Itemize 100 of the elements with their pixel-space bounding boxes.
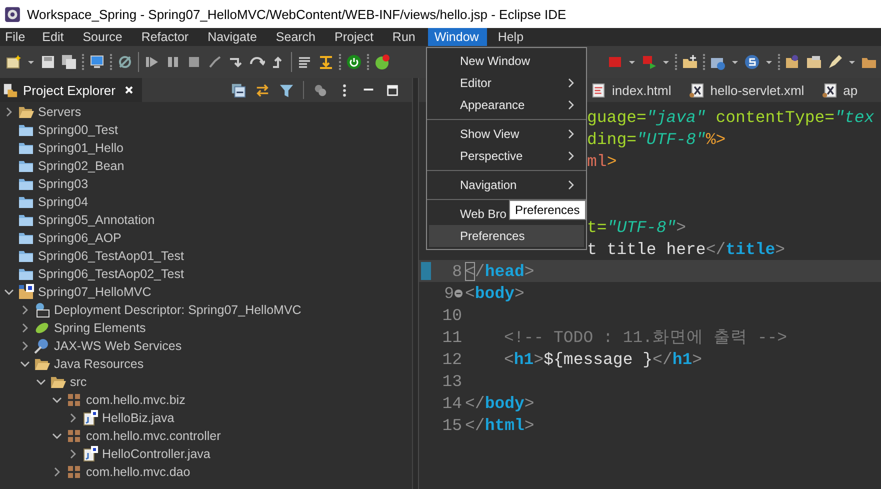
menu-item[interactable]: Edit — [36, 28, 72, 46]
tree-item[interactable]: Spring00_Test — [38, 123, 118, 137]
resume-icon[interactable] — [144, 54, 160, 70]
tree-item[interactable]: Spring06_TestAop02_Test — [38, 267, 184, 281]
line-number: 12 — [442, 350, 462, 368]
new-file-icon[interactable] — [6, 54, 22, 70]
code-token: < — [465, 262, 475, 280]
folder-icon — [18, 266, 34, 282]
monitor-icon[interactable] — [89, 54, 105, 70]
tree-item[interactable]: com.hello.mvc.biz — [86, 393, 186, 407]
tree-item[interactable]: com.hello.mvc.controller — [86, 429, 221, 443]
menu-item[interactable]: Navigation — [429, 174, 584, 196]
tree-item[interactable]: Deployment Descriptor: Spring07_HelloMVC — [54, 303, 302, 317]
tree-item[interactable]: com.hello.mvc.dao — [86, 465, 190, 479]
line-number: 15 — [442, 416, 462, 434]
menu-item[interactable]: Run — [386, 28, 424, 46]
editor-tab[interactable]: hello-servlet.xml — [689, 82, 804, 98]
toggle-icon[interactable] — [318, 54, 334, 70]
java-file-icon — [82, 410, 98, 426]
tree-item[interactable]: Spring02_Bean — [38, 159, 124, 173]
tree-item[interactable]: Spring06_TestAop01_Test — [38, 249, 184, 263]
menu-item[interactable]: File — [0, 28, 34, 46]
xml-file-icon — [689, 82, 704, 98]
open-folder-icon[interactable] — [785, 54, 801, 70]
tree-item[interactable]: Spring07_HelloMVC — [38, 285, 152, 299]
new-folder-icon[interactable] — [682, 54, 698, 70]
editor-tab[interactable]: index.html — [591, 82, 672, 98]
code-token: %> — [706, 130, 726, 148]
folder-icon — [18, 122, 34, 138]
tree-item[interactable]: HelloController.java — [102, 447, 210, 461]
descriptor-icon — [34, 302, 50, 318]
open-folder-icon — [34, 356, 50, 372]
tree-item[interactable]: Java Resources — [54, 357, 144, 371]
code-token: title — [726, 240, 776, 258]
close-icon[interactable] — [124, 85, 134, 95]
code-token: head — [484, 262, 524, 280]
folder-icon — [18, 158, 34, 174]
stop-icon[interactable] — [186, 54, 202, 70]
code-token: t= — [587, 218, 607, 236]
tree-item[interactable]: src — [70, 375, 87, 389]
code-token: > — [524, 416, 534, 434]
xml-file-icon — [822, 82, 838, 98]
tree-item[interactable]: Spring01_Hello — [38, 141, 124, 155]
folder-icon[interactable] — [806, 54, 822, 70]
code-token: h1 — [672, 350, 692, 368]
menu-item[interactable]: Search — [270, 28, 324, 46]
menu-item[interactable]: Navigate — [202, 28, 265, 46]
tree-item[interactable]: Spring03 — [38, 177, 88, 191]
tree-item[interactable]: Spring06_AOP — [38, 231, 122, 245]
menu-item[interactable]: Source — [76, 28, 130, 46]
power-icon[interactable] — [346, 54, 362, 70]
code-token: </ — [652, 350, 672, 368]
link-arrows-icon[interactable] — [255, 82, 270, 98]
menu-item[interactable]: New Window — [429, 50, 584, 72]
code-token: h1 — [514, 350, 534, 368]
code-token: <!-- TODO : 11.화면에 출력 --> — [504, 327, 788, 348]
tree-item[interactable]: HelloBiz.java — [102, 411, 174, 425]
save-icon[interactable] — [40, 54, 56, 70]
tree-item[interactable]: Spring Elements — [54, 321, 146, 335]
code-token: / — [474, 262, 485, 280]
documents-icon — [3, 82, 18, 98]
pen-icon[interactable] — [827, 54, 843, 70]
fold-icon[interactable] — [454, 288, 463, 298]
menu-item[interactable]: Project — [328, 28, 382, 46]
folder-icon — [18, 248, 34, 264]
window-title: Workspace_Spring - Spring07_HelloMVC/WebContent/WEB-INF/views/hello.jsp - Eclipse IDE — [27, 6, 566, 22]
menu-item[interactable]: Preferences — [429, 225, 584, 247]
tree-item[interactable]: Spring05_Annotation — [38, 213, 155, 227]
code-token: "UTF-8" — [606, 218, 676, 236]
tree-item[interactable]: JAX-WS Web Services — [54, 339, 182, 353]
gear-icon — [4, 6, 21, 22]
menu-item[interactable]: Help — [492, 28, 532, 46]
menu-item[interactable]: Perspective — [429, 145, 584, 167]
code-token: > — [692, 350, 702, 368]
maximize-icon[interactable] — [385, 82, 400, 98]
code-token: ml — [587, 152, 607, 170]
code-token: </ — [706, 240, 726, 258]
view-tab[interactable]: Project Explorer — [0, 78, 142, 102]
menu-item[interactable]: Refactor — [135, 28, 197, 46]
pause-icon[interactable] — [165, 54, 181, 70]
menu-item[interactable]: Show View — [429, 123, 584, 145]
code-token: guage= — [587, 108, 646, 126]
save-all-icon[interactable] — [61, 54, 77, 70]
tree-item[interactable]: Spring04 — [38, 195, 88, 209]
code-token: </ — [465, 394, 485, 412]
circle-icon[interactable] — [744, 54, 760, 70]
menu-item[interactable]: Window — [428, 28, 487, 46]
folder-icon — [18, 140, 34, 156]
collapse-all-icon[interactable] — [231, 82, 246, 98]
editor-tab[interactable]: ap — [822, 82, 858, 98]
menu-item[interactable]: Editor — [429, 72, 584, 94]
line-number: 8 — [452, 262, 462, 280]
run-icon[interactable] — [641, 54, 657, 70]
folder-icon — [18, 176, 34, 192]
menu-item[interactable]: Appearance — [429, 94, 584, 116]
tree-item[interactable]: Servers — [38, 105, 82, 119]
filter-icon[interactable] — [279, 82, 294, 98]
code-token: body — [484, 394, 524, 412]
code-token: > — [514, 284, 524, 302]
web-project-icon — [18, 284, 34, 300]
